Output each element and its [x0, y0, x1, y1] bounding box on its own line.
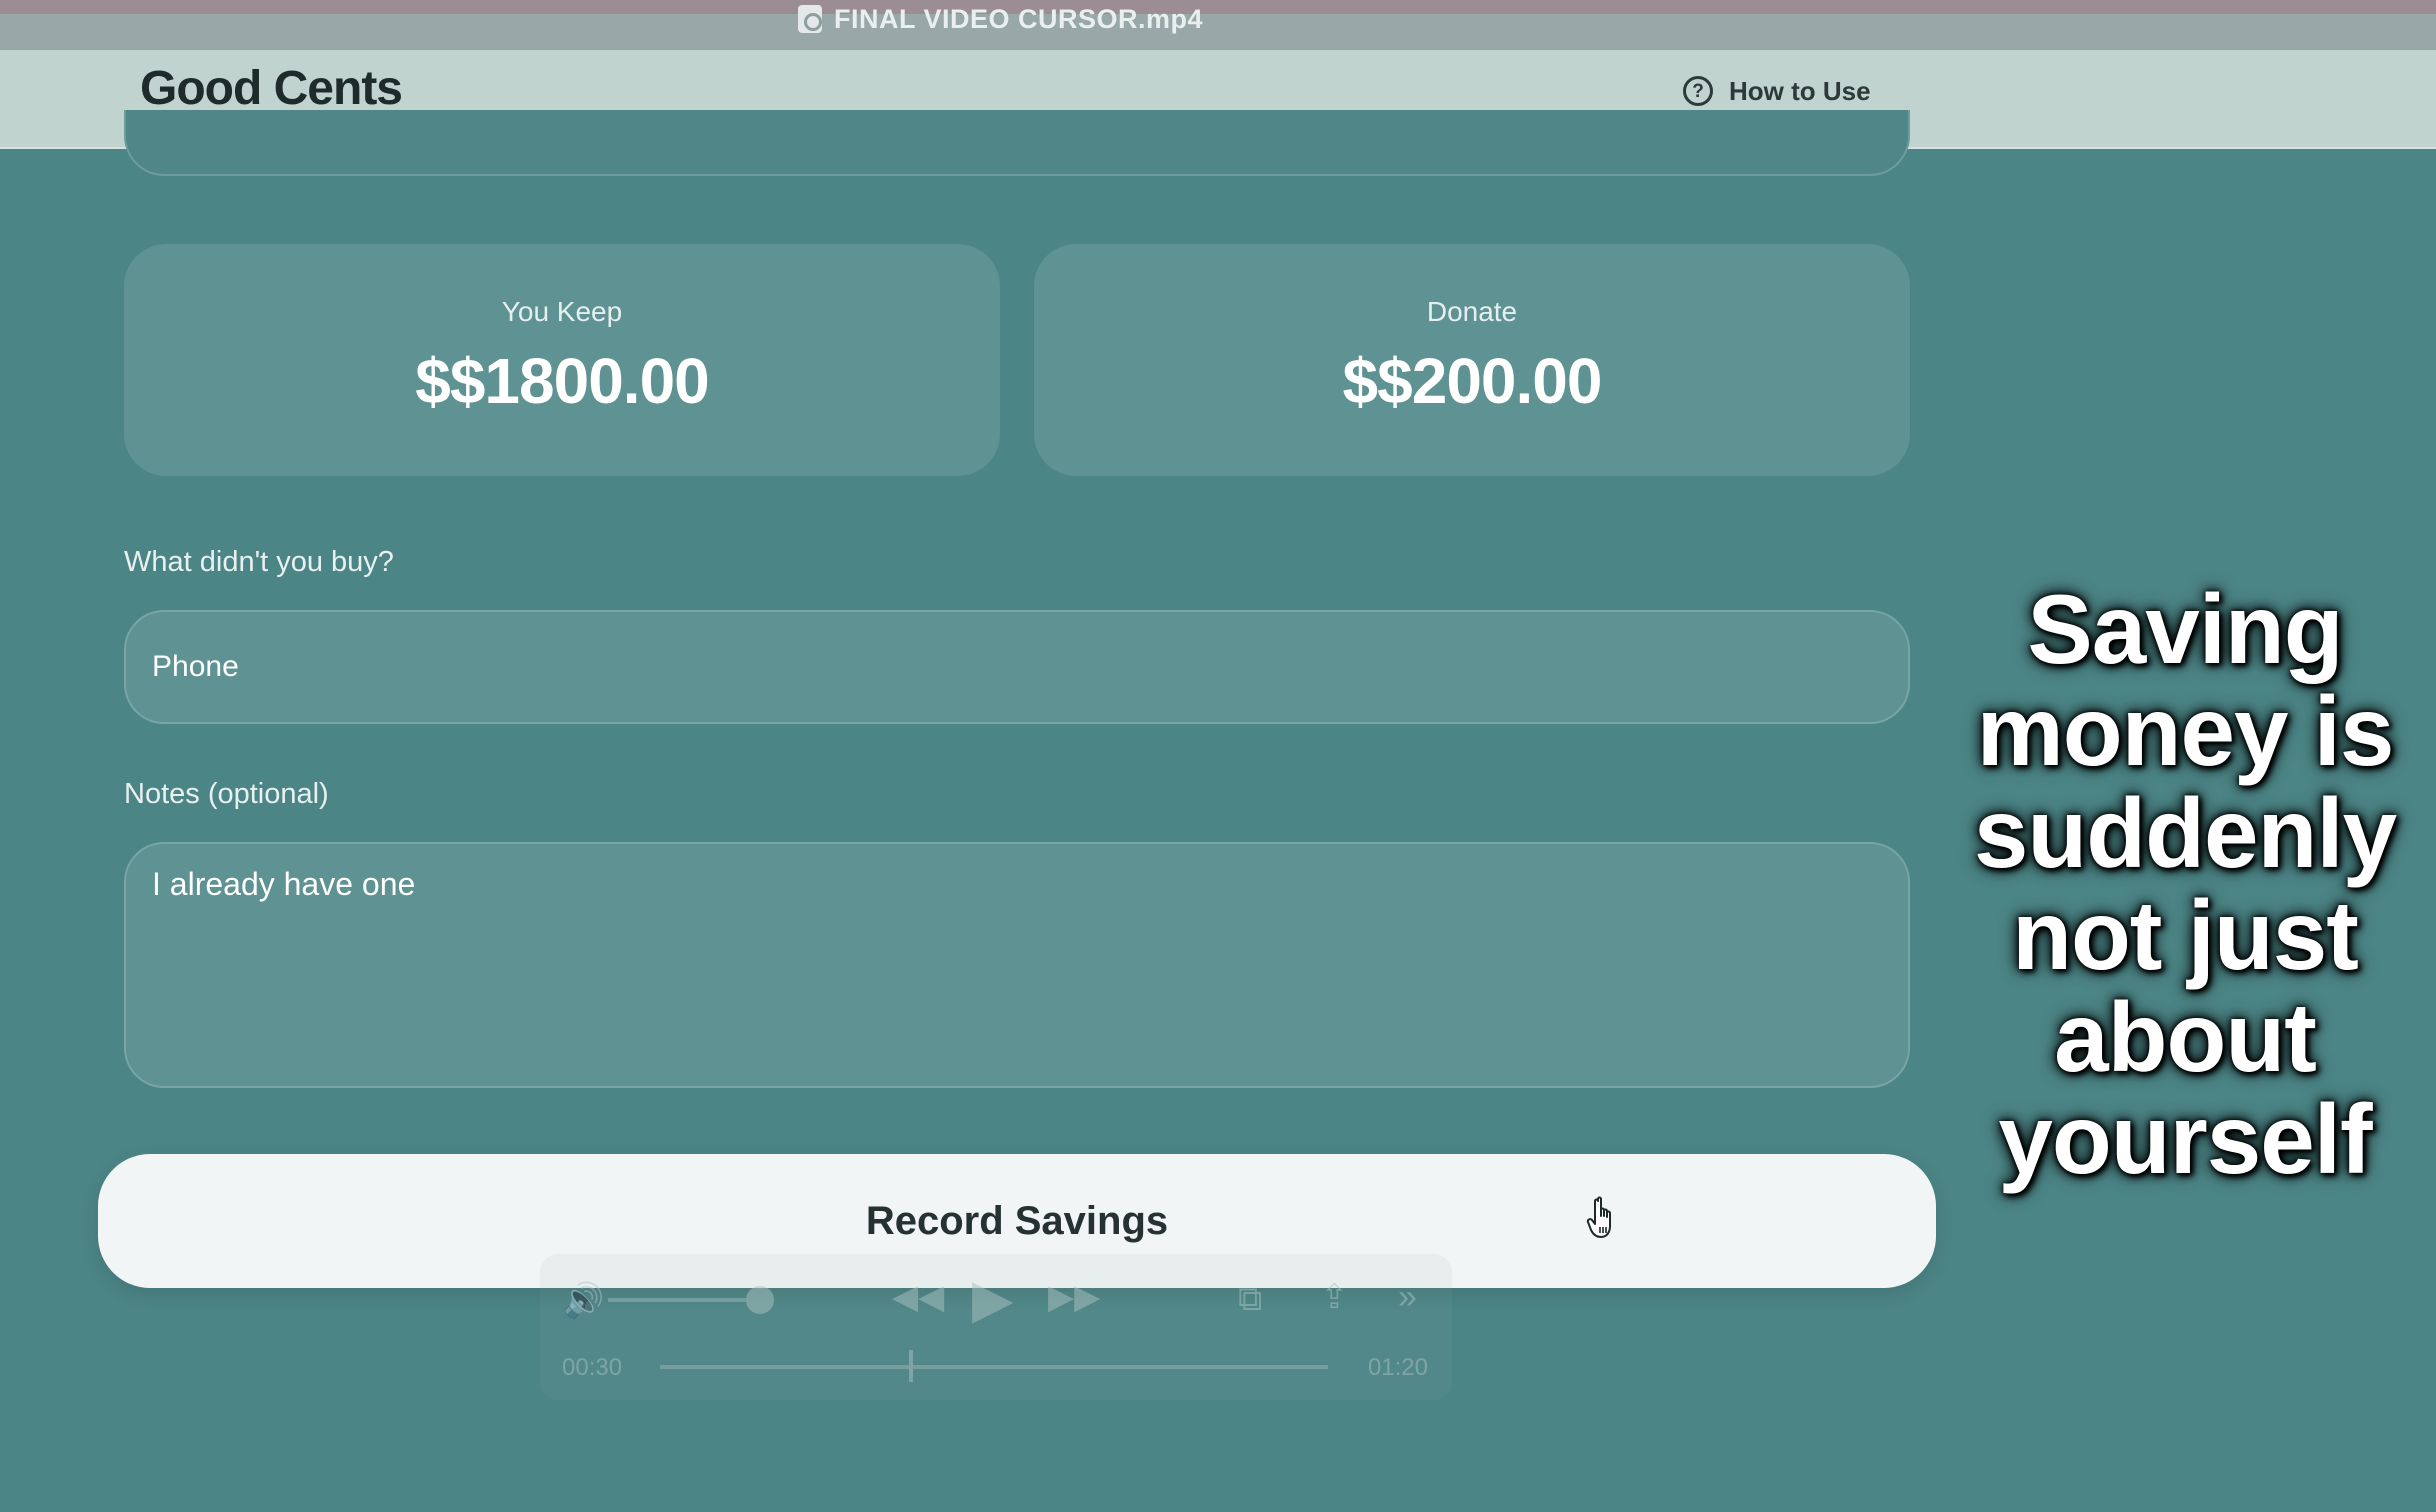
video-caption: Saving money is suddenly not just about …	[1973, 574, 2397, 1194]
rewind-icon[interactable]: ◀◀	[892, 1280, 944, 1314]
fast-forward-icon[interactable]: ▶▶	[1048, 1280, 1100, 1314]
notes-field-label: Notes (optional)	[124, 778, 329, 810]
share-icon[interactable]: ⇪	[1320, 1280, 1349, 1314]
item-field-label: What didn't you buy?	[124, 546, 394, 578]
video-player-controls: 🔊 ◀◀ ▶ ▶▶ ⧉ ⇪ » 00:30 01:20	[540, 1254, 1452, 1400]
donate-card: Donate $$200.00	[1034, 244, 1910, 476]
current-time: 00:30	[562, 1354, 623, 1381]
scrubber-track[interactable]	[660, 1365, 1328, 1369]
amount-input-card	[124, 110, 1910, 176]
donate-label: Donate	[1426, 296, 1518, 327]
notes-textarea[interactable]: I already have one	[124, 842, 1910, 1088]
you-keep-label: You Keep	[501, 296, 623, 327]
play-icon[interactable]: ▶	[972, 1272, 1014, 1326]
video-file-icon	[798, 5, 822, 33]
scrubber-playhead[interactable]	[908, 1350, 913, 1382]
hand-pointer-icon	[1586, 1196, 1611, 1238]
volume-icon[interactable]: 🔊	[562, 1284, 604, 1318]
video-window-titlebar: FINAL VIDEO CURSOR.mp4	[0, 0, 2436, 50]
volume-slider-track[interactable]	[608, 1298, 748, 1302]
more-icon[interactable]: »	[1398, 1280, 1417, 1314]
donate-value: $$200.00	[1342, 345, 1603, 417]
picture-in-picture-icon[interactable]: ⧉	[1238, 1282, 1262, 1316]
question-circle-icon: ?	[1683, 76, 1713, 106]
volume-slider-knob[interactable]	[746, 1286, 774, 1314]
duration: 01:20	[1367, 1354, 1428, 1381]
window-title-text: FINAL VIDEO CURSOR.mp4	[834, 3, 1204, 34]
you-keep-value: $$1800.00	[415, 345, 710, 417]
window-title: FINAL VIDEO CURSOR.mp4	[798, 2, 1203, 36]
how-to-use-label: How to Use	[1729, 75, 1871, 106]
item-input[interactable]	[124, 610, 1910, 724]
you-keep-card: You Keep $$1800.00	[124, 244, 1000, 476]
